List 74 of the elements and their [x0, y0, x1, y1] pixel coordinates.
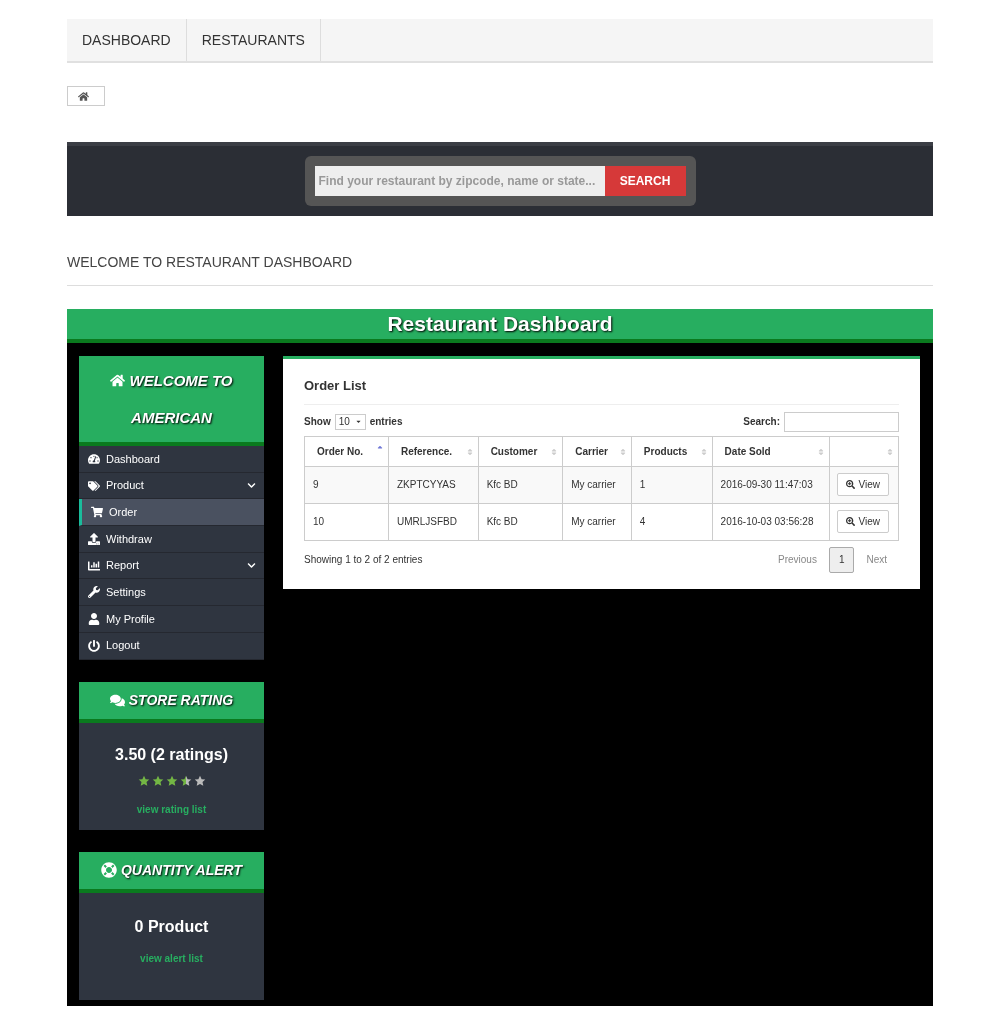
table-cell: Kfc BD — [478, 466, 563, 503]
power-icon — [88, 639, 100, 652]
star — [151, 774, 164, 787]
page-button[interactable]: 1 — [828, 546, 855, 573]
comments-icon — [109, 692, 125, 708]
alert-value: 0 Product — [134, 916, 209, 937]
nav-tab[interactable]: DASHBOARD — [67, 19, 187, 61]
sidebar-item[interactable]: Settings — [79, 579, 264, 607]
table-cell: My carrier — [562, 466, 632, 503]
table-cell: 4 — [631, 503, 713, 540]
search-label: Search: — [743, 415, 780, 429]
table-cell: 9 — [304, 466, 389, 503]
table-cell: 10 — [304, 503, 389, 540]
page-size-select[interactable]: 10 — [334, 413, 366, 430]
alert-title: QUANTITY ALERT — [120, 860, 243, 880]
table-cell: 2016-09-30 11:47:03 — [712, 466, 829, 503]
column-header[interactable]: Date Sold — [712, 436, 829, 466]
view-button[interactable]: View — [836, 473, 889, 496]
nav-tab[interactable]: RESTAURANTS — [186, 19, 321, 61]
column-header[interactable] — [829, 436, 899, 466]
column-header[interactable]: Order No. — [304, 436, 389, 466]
table-cell: Kfc BD — [478, 503, 563, 540]
page-heading: WELCOME TO RESTAURANT DASHBOARD — [67, 252, 933, 286]
search-button[interactable]: SEARCH — [604, 166, 686, 196]
zoom-icon — [845, 517, 855, 526]
column-header[interactable]: Reference. — [388, 436, 479, 466]
breadcrumb-home[interactable] — [67, 86, 105, 106]
rating-title: STORE RATING — [128, 690, 234, 710]
user-icon — [88, 612, 100, 625]
table-info: Showing 1 to 2 of 2 entries — [304, 553, 423, 567]
star — [179, 774, 192, 787]
bar-chart-icon — [88, 559, 100, 572]
welcome-text: WELCOME TO — [129, 371, 233, 391]
caret-icon — [354, 418, 362, 425]
view-button[interactable]: View — [836, 510, 889, 533]
table-cell: My carrier — [562, 503, 632, 540]
star — [193, 774, 206, 787]
alert-list-link[interactable]: view alert list — [140, 950, 203, 966]
home-icon — [78, 90, 89, 102]
zoom-icon — [845, 480, 855, 489]
sidebar-item[interactable]: Report — [79, 552, 264, 580]
column-header[interactable]: Products — [631, 436, 713, 466]
table-cell: 1 — [631, 466, 713, 503]
table-cell: ZKPTCYYAS — [388, 466, 479, 503]
entries-label: entries — [369, 415, 403, 429]
show-label: Show — [304, 415, 331, 429]
sidebar-item[interactable]: Dashboard — [79, 446, 264, 473]
upload-icon — [88, 532, 100, 545]
table-cell: 2016-10-03 03:56:28 — [712, 503, 829, 540]
column-header[interactable]: Customer — [478, 436, 563, 466]
home-icon — [110, 373, 126, 388]
dashboard-title: Restaurant Dashboard — [67, 309, 933, 343]
cart-icon — [91, 506, 103, 519]
table-search-field[interactable] — [784, 411, 899, 432]
rating-list-link[interactable]: view rating list — [136, 801, 207, 817]
search-field[interactable]: Find your restaurant by zipcode, name or state... — [314, 166, 605, 196]
star — [137, 774, 150, 787]
sidebar-item[interactable]: Withdraw — [79, 526, 264, 553]
chevron-icon — [247, 561, 256, 571]
sidebar-item[interactable]: Product — [79, 472, 264, 500]
life-ring-icon — [100, 862, 117, 878]
table-cell: UMRLJSFBD — [388, 503, 479, 540]
column-header[interactable]: Carrier — [562, 436, 632, 466]
sidebar-item[interactable]: My Profile — [79, 606, 264, 633]
rating-value: 3.50 (2 ratings) — [115, 744, 228, 765]
restaurant-name: AMERICAN — [131, 408, 212, 428]
sidebar-item[interactable]: Logout — [79, 632, 264, 660]
chevron-icon — [247, 481, 256, 491]
tags-icon — [88, 479, 100, 492]
card-title: Order List — [304, 359, 899, 405]
star — [165, 774, 178, 787]
dashboard-icon — [88, 452, 100, 465]
sidebar-item[interactable]: Order — [79, 499, 264, 527]
wrench-icon — [88, 586, 100, 599]
